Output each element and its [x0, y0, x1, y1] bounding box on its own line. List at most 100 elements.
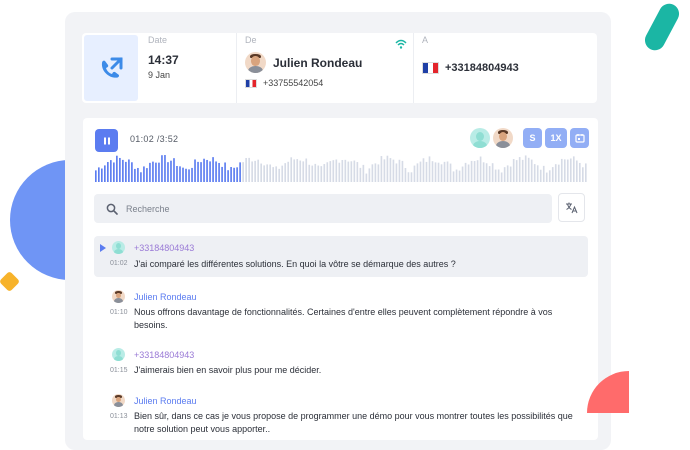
waveform-bar	[161, 155, 163, 182]
france-flag-icon	[245, 78, 257, 88]
waveform-bar	[152, 161, 154, 182]
waveform-bar	[566, 159, 569, 182]
speed-button[interactable]: 1X	[545, 128, 567, 148]
waveform-bar	[347, 161, 350, 182]
search-bar[interactable]: Recherche	[94, 194, 552, 223]
waveform-bar	[254, 160, 256, 182]
transcript-message[interactable]: +33184804943 01:02 J'ai comparé les diff…	[94, 236, 588, 277]
waveform-bar	[440, 164, 443, 182]
message-speaker: Julien Rondeau	[134, 292, 197, 302]
waveform-bar	[452, 171, 455, 182]
translate-icon	[566, 202, 578, 214]
waveform-bar	[293, 159, 296, 182]
agent-avatar	[493, 128, 513, 148]
waveform-bar	[242, 162, 244, 182]
search-icon	[106, 203, 118, 215]
waveform-bar	[542, 165, 545, 182]
caller-name: Julien Rondeau	[273, 55, 363, 70]
caller-number: +33755542054	[263, 78, 324, 88]
waveform-bar	[512, 159, 515, 182]
waveform-bar	[413, 165, 416, 182]
translate-button[interactable]	[558, 193, 585, 222]
waveform-bar	[485, 163, 488, 182]
waveform-bar	[224, 162, 226, 182]
waveform-bar	[194, 159, 196, 182]
calendar-button[interactable]	[570, 128, 589, 148]
waveform-bar	[431, 161, 434, 182]
transcript-message[interactable]: Julien Rondeau 01:10 Nous offrons davant…	[94, 288, 588, 336]
waveform-bar	[530, 159, 533, 182]
message-timestamp[interactable]: 01:10	[110, 309, 128, 316]
play-icon[interactable]	[100, 244, 106, 252]
search-input[interactable]: Recherche	[126, 204, 170, 214]
waveform-bar	[326, 162, 329, 182]
waveform-bar	[524, 155, 527, 182]
waveform-bar	[461, 166, 464, 182]
waveform-bar	[500, 172, 503, 182]
waveform-bar	[398, 159, 401, 182]
waveform-bar	[422, 158, 425, 182]
waveform-bar	[488, 166, 491, 182]
agent-avatar	[112, 394, 125, 407]
waveform-bar	[539, 169, 542, 182]
message-speaker: +33184804943	[134, 350, 195, 360]
transcript-message[interactable]: +33184804943 01:15 J'aimerais bien en sa…	[94, 346, 588, 380]
waveform-bar	[191, 167, 193, 182]
waveform-bar	[245, 157, 247, 182]
waveform-bar	[410, 172, 413, 182]
waveform-bar	[221, 166, 223, 182]
waveform-bar	[155, 162, 157, 182]
decor-teal-bar	[641, 0, 683, 54]
waveform-bar	[251, 161, 253, 182]
waveform-bar	[371, 164, 374, 182]
speaker-toggle-button[interactable]: S	[523, 128, 542, 148]
waveform-bar	[479, 156, 482, 182]
agent-avatar	[112, 290, 125, 303]
waveform-bar	[509, 166, 512, 182]
waveform-bar	[269, 164, 271, 182]
waveform-bar	[263, 165, 265, 182]
waveform-bar	[425, 161, 428, 182]
waveform-bar	[329, 161, 332, 182]
waveform-bar	[575, 160, 578, 182]
waveform-bar	[353, 160, 356, 182]
waveform-bar	[380, 156, 383, 182]
waveform-bar	[134, 168, 136, 182]
waveform-bar	[449, 163, 452, 182]
waveform-bar	[560, 158, 563, 182]
waveform-bar	[563, 159, 566, 182]
waveform-bar	[338, 162, 341, 182]
waveform-bar	[551, 167, 554, 182]
waveform-bar	[584, 163, 587, 182]
waveform-bar	[200, 162, 202, 182]
waveform-bar	[356, 162, 359, 182]
call-time: 14:37	[148, 53, 179, 67]
waveform-bar	[95, 170, 97, 182]
waveform-bar	[233, 167, 235, 182]
transcript-message[interactable]: Julien Rondeau 01:13 Bien sûr, dans ce c…	[94, 392, 588, 440]
waveform-bar	[443, 161, 446, 182]
message-timestamp[interactable]: 01:02	[110, 260, 128, 267]
france-flag-icon	[422, 62, 439, 74]
to-label: A	[422, 35, 429, 45]
waveform-bar	[467, 164, 470, 182]
waveform-bar	[179, 166, 181, 182]
waveform-bar	[548, 170, 551, 182]
waveform-bar	[146, 168, 148, 182]
waveform-bar	[494, 169, 497, 182]
waveform-bar	[437, 162, 440, 182]
pause-button[interactable]	[95, 129, 118, 152]
waveform-bar	[281, 165, 284, 182]
message-timestamp[interactable]: 01:13	[110, 413, 128, 420]
waveform-bar	[227, 170, 229, 182]
call-header: Date 14:37 9 Jan De Julien Rondeau +3375…	[82, 33, 597, 103]
waveform-bar	[104, 165, 106, 182]
callee-number: +33184804943	[445, 62, 519, 74]
audio-waveform[interactable]	[95, 154, 588, 182]
waveform-bar	[344, 159, 347, 182]
waveform-bar	[581, 167, 584, 182]
waveform-bar	[404, 168, 407, 182]
from-label: De	[245, 35, 257, 45]
message-timestamp[interactable]: 01:15	[110, 367, 128, 374]
waveform-bar	[143, 166, 145, 182]
